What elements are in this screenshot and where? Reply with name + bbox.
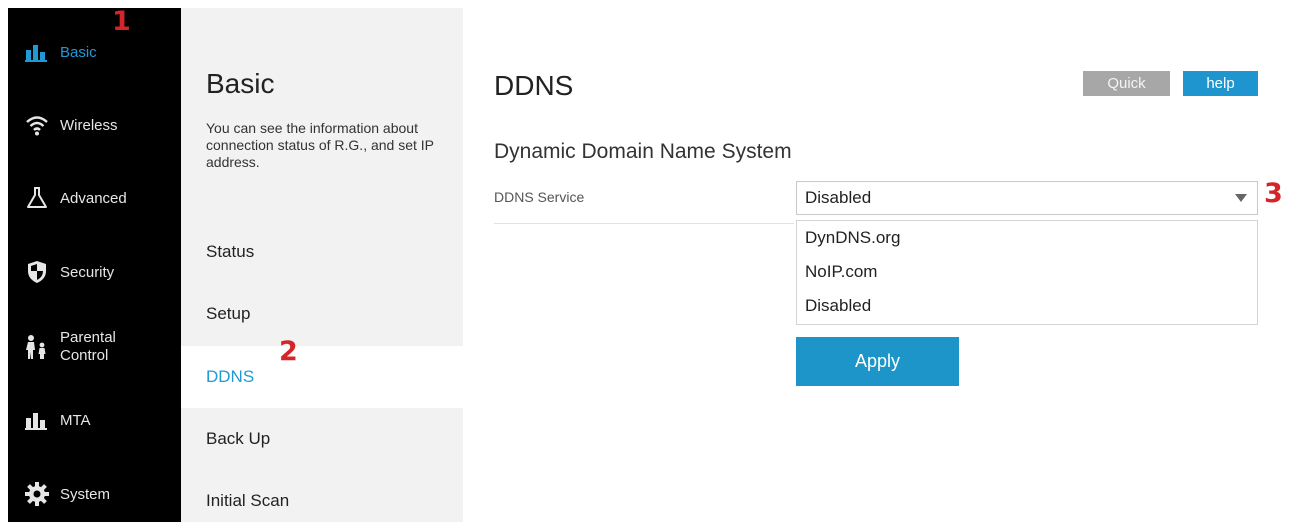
shield-icon — [24, 259, 50, 285]
section-title: Dynamic Domain Name System — [494, 140, 792, 163]
nav-label-mta: MTA — [60, 411, 91, 429]
sub-menu-panel: Basic You can see the information about … — [181, 8, 463, 522]
nav-item-parental-control[interactable]: Parental Control — [8, 317, 181, 377]
sub-menu-title: Basic — [206, 68, 275, 99]
nav-item-security[interactable]: Security — [8, 242, 181, 302]
apply-button[interactable]: Apply — [796, 337, 959, 386]
nav-item-advanced[interactable]: Advanced — [8, 168, 181, 228]
wifi-icon — [24, 112, 50, 138]
divider — [494, 223, 794, 224]
bar-chart-icon — [24, 39, 50, 65]
sub-menu-description: You can see the information about connec… — [206, 120, 434, 170]
quick-button[interactable]: Quick — [1083, 71, 1170, 96]
dropdown-option-disabled[interactable]: Disabled — [797, 289, 1257, 323]
ddns-service-dropdown: DynDNS.org NoIP.com Disabled — [796, 220, 1258, 325]
nav-item-wireless[interactable]: Wireless — [8, 95, 181, 155]
dropdown-arrow-icon[interactable] — [1235, 194, 1247, 202]
nav-label-security: Security — [60, 263, 115, 281]
nav-item-system[interactable]: System — [8, 464, 181, 522]
nav-label-control: Control — [60, 347, 109, 364]
help-button[interactable]: help — [1183, 71, 1258, 96]
annotation-marker-1: 1 — [112, 6, 131, 37]
sub-item-status[interactable]: Status — [181, 221, 463, 283]
sub-item-setup[interactable]: Setup — [181, 283, 463, 345]
nav-label-wireless: Wireless — [60, 116, 118, 134]
ddns-service-selected: Disabled — [805, 188, 872, 207]
sub-item-ddns[interactable]: DDNS — [181, 346, 463, 408]
nav-item-basic[interactable]: Basic — [8, 22, 181, 82]
gear-icon — [24, 481, 50, 507]
annotation-marker-3: 3 — [1264, 178, 1283, 209]
nav-label-system: System — [60, 485, 111, 503]
main-nav: Basic Wireless Advanced Security Parenta… — [8, 8, 181, 522]
nav-label-advanced: Advanced — [60, 189, 127, 207]
dropdown-option-noip[interactable]: NoIP.com — [797, 255, 1257, 289]
ddns-service-label: DDNS Service — [494, 189, 585, 205]
flask-icon — [24, 185, 50, 211]
sub-item-initial-scan[interactable]: Initial Scan — [181, 470, 463, 522]
page-title: DDNS — [494, 70, 574, 101]
nav-label-basic: Basic — [60, 43, 97, 61]
family-icon — [24, 334, 50, 360]
sub-item-back-up[interactable]: Back Up — [181, 408, 463, 470]
bar-chart-icon — [24, 407, 50, 433]
nav-item-mta[interactable]: MTA — [8, 390, 181, 450]
annotation-marker-2: 2 — [279, 336, 298, 367]
nav-label-parental: Parental — [60, 329, 116, 346]
dropdown-option-dyndns[interactable]: DynDNS.org — [797, 221, 1257, 255]
ddns-service-select[interactable]: Disabled — [796, 181, 1258, 215]
